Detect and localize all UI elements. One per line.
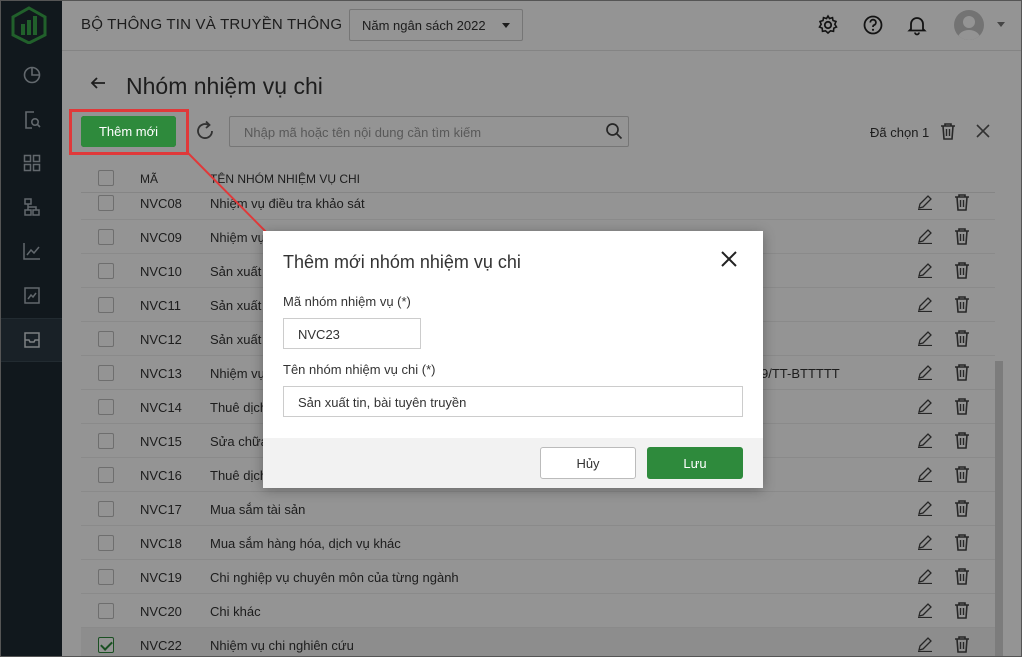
name-field-label: Tên nhóm nhiệm vụ chi (*)	[283, 362, 436, 377]
code-field[interactable]: NVC23	[283, 318, 421, 349]
app-window: BỘ THÔNG TIN VÀ TRUYỀN THÔNG Năm ngân sá…	[0, 0, 1022, 657]
add-group-dialog: Thêm mới nhóm nhiệm vụ chi Mã nhóm nhiệm…	[263, 231, 763, 488]
save-button[interactable]: Lưu	[647, 447, 743, 479]
close-icon[interactable]	[720, 250, 738, 268]
name-field[interactable]: Sản xuất tin, bài tuyên truyền	[283, 386, 743, 417]
annotation-highlight-box	[69, 109, 189, 155]
code-field-label: Mã nhóm nhiệm vụ (*)	[283, 294, 411, 309]
dialog-title: Thêm mới nhóm nhiệm vụ chi	[283, 252, 521, 272]
cancel-button[interactable]: Hủy	[540, 447, 636, 479]
dialog-footer: Hủy Lưu	[263, 438, 763, 488]
